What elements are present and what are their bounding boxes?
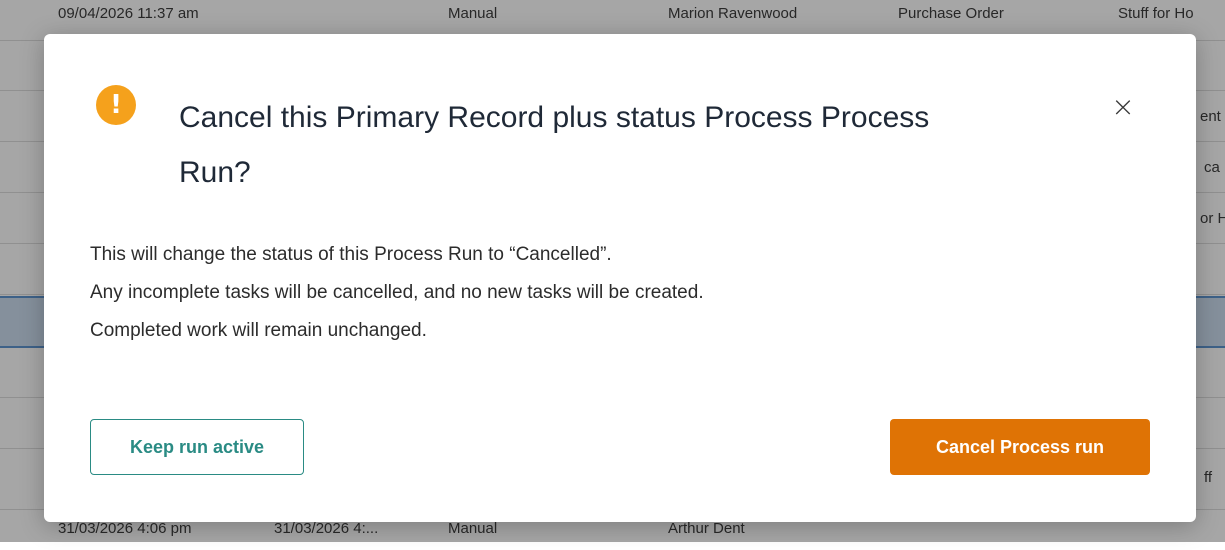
- cancel-process-run-button[interactable]: Cancel Process run: [890, 419, 1150, 475]
- cancel-run-dialog: ! Cancel this Primary Record plus status…: [44, 34, 1196, 522]
- dialog-body-line: Any incomplete tasks will be cancelled, …: [90, 282, 704, 303]
- close-icon[interactable]: ×: [1108, 92, 1138, 122]
- dialog-body: This will change the status of this Proc…: [90, 236, 704, 350]
- dialog-body-line: Completed work will remain unchanged.: [90, 320, 427, 341]
- dialog-title: Cancel this Primary Record plus status P…: [179, 101, 930, 189]
- keep-run-active-button[interactable]: Keep run active: [90, 419, 304, 475]
- warning-icon: !: [96, 85, 136, 125]
- dialog-body-line: This will change the status of this Proc…: [90, 244, 612, 265]
